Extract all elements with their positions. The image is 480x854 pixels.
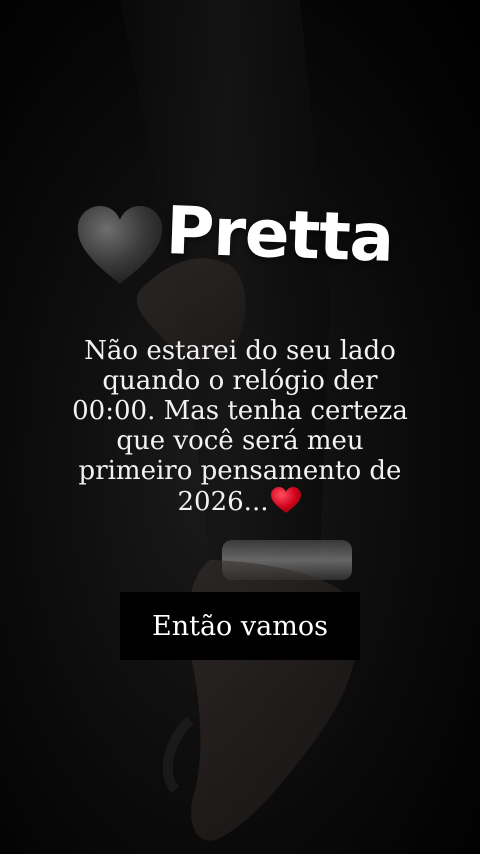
caption-bar: Então vamos [120, 592, 360, 660]
message-text-block: Não estarei do seu lado quando o relógio… [60, 336, 420, 517]
message-line: Não estarei do seu lado [84, 336, 396, 366]
title-text: Pretta [164, 192, 395, 277]
message-last-line: 2026... [60, 486, 420, 517]
black-heart-icon [77, 206, 163, 284]
title-row: Pretta [74, 192, 414, 298]
caption-text: Então vamos [152, 610, 328, 642]
message-line: primeiro pensamento de [78, 456, 402, 486]
message-line: que você será meu [116, 426, 364, 456]
message-line: 2026... [177, 487, 269, 517]
message-line: 00:00. Mas tenha certeza [72, 396, 408, 426]
message-line: quando o relógio der [102, 366, 378, 396]
red-heart-icon [271, 487, 302, 513]
